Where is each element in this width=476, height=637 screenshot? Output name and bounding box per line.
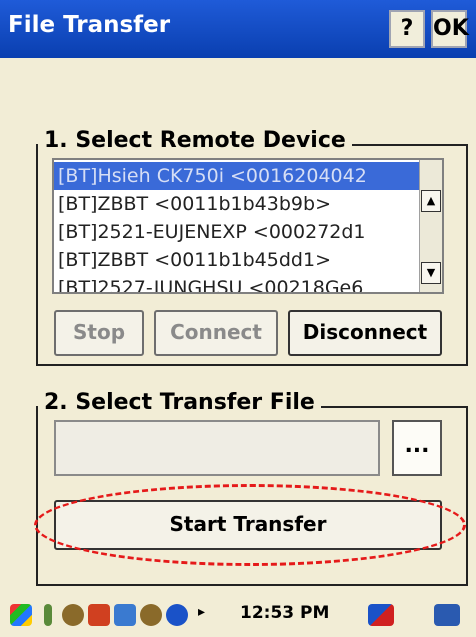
input-panel-icon[interactable]: [368, 604, 394, 626]
tray-expand-icon[interactable]: ▸: [198, 604, 205, 620]
network-icon[interactable]: [62, 604, 84, 626]
start-menu-icon[interactable]: [10, 604, 32, 626]
battery-icon[interactable]: [44, 604, 52, 626]
device-list-scrollbar[interactable]: ▲ ▼: [419, 160, 442, 292]
power-icon[interactable]: [88, 604, 110, 626]
transfer-file-input[interactable]: [54, 420, 380, 476]
scroll-down-icon[interactable]: ▼: [421, 262, 441, 284]
ok-button[interactable]: OK: [431, 10, 469, 48]
desktop-icon[interactable]: [434, 604, 460, 626]
disconnect-button[interactable]: Disconnect: [288, 310, 442, 356]
transfer-file-group-title: 2. Select Transfer File: [38, 390, 321, 415]
window-title: File Transfer: [8, 12, 171, 38]
sync-icon[interactable]: [140, 604, 162, 626]
connect-button[interactable]: Connect: [154, 310, 278, 356]
device-item[interactable]: [BT]2527-JUNGHSU <00218Ge6: [54, 274, 424, 292]
stop-button[interactable]: Stop: [54, 310, 144, 356]
device-item[interactable]: [BT]ZBBT <0011b1b45dd1>: [54, 246, 424, 274]
device-item[interactable]: [BT]2521-EUJENEXP <000272d1: [54, 218, 424, 246]
device-item[interactable]: [BT]ZBBT <0011b1b43b9b>: [54, 190, 424, 218]
highlight-ellipse: [34, 484, 466, 566]
browse-button[interactable]: ...: [392, 420, 442, 476]
scroll-up-icon[interactable]: ▲: [421, 190, 441, 212]
help-button[interactable]: ?: [389, 10, 425, 48]
connectivity-icon[interactable]: [114, 604, 136, 626]
clock: 12:53 PM: [240, 603, 330, 623]
remote-device-group-title: 1. Select Remote Device: [38, 128, 352, 153]
device-item[interactable]: [BT]Hsieh CK750i <0016204042: [54, 162, 424, 190]
bluetooth-icon[interactable]: [166, 604, 188, 626]
device-list[interactable]: [BT]Hsieh CK750i <0016204042 [BT]ZBBT <0…: [52, 158, 444, 294]
title-bar: File Transfer ? OK: [0, 0, 476, 58]
